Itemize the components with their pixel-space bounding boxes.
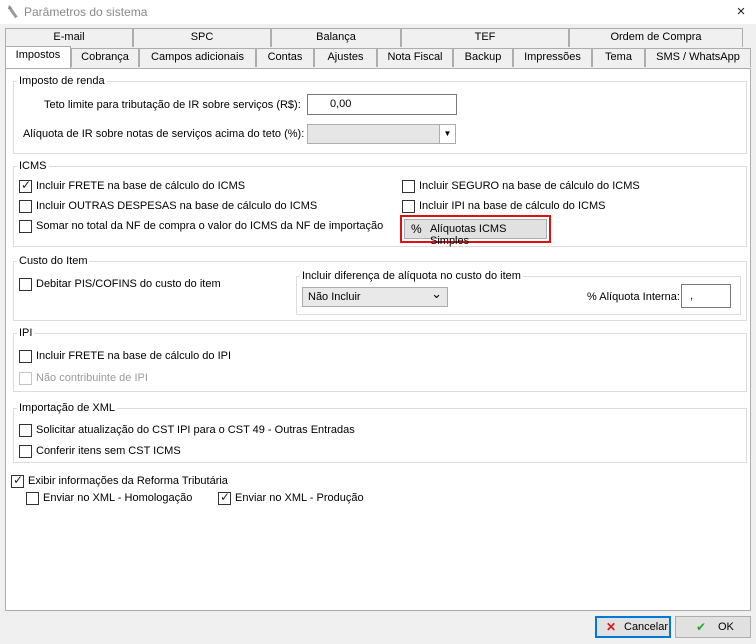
- aliquota-interna-input[interactable]: ,: [681, 284, 731, 308]
- tab-balanca[interactable]: Balança: [271, 28, 401, 47]
- ipi-frete-checkbox[interactable]: [19, 350, 32, 363]
- diferenca-aliquota-combo[interactable]: Não Incluir ⌄: [302, 286, 448, 307]
- conferir-itens-checkbox[interactable]: [19, 445, 32, 458]
- tab-impostos[interactable]: Impostos: [5, 46, 71, 68]
- nao-contribuinte-checkbox[interactable]: [19, 372, 32, 385]
- custo-do-item-group: Custo do Item Debitar PIS/COFINS do cust…: [13, 255, 747, 321]
- conferir-itens-label: Conferir itens sem CST ICMS: [36, 445, 181, 457]
- group-title: Incluir diferença de alíquota no custo d…: [300, 270, 523, 282]
- icms-frete-label: Incluir FRETE na base de cálculo do ICMS: [36, 180, 246, 192]
- ok-label: OK: [718, 621, 734, 633]
- icms-ipi-checkbox[interactable]: [402, 200, 415, 213]
- aliquotas-icms-simples-button[interactable]: % Alíquotas ICMS Simples: [404, 219, 547, 247]
- group-title: Custo do Item: [17, 255, 90, 267]
- tab-tema[interactable]: Tema: [592, 48, 645, 67]
- percent-icon: %: [411, 222, 422, 236]
- aliquota-ir-select[interactable]: ▼: [307, 124, 456, 144]
- tab-backup[interactable]: Backup: [453, 48, 513, 67]
- ok-button[interactable]: ✔ OK: [675, 616, 751, 638]
- solicitar-cst-label: Solicitar atualização do CST IPI para o …: [36, 424, 355, 436]
- check-icon: ✓: [220, 490, 231, 504]
- icms-somar-label: Somar no total da NF de compra o valor d…: [36, 220, 384, 232]
- impostos-panel: Imposto de renda Teto limite para tribut…: [5, 68, 751, 611]
- check-icon: ✓: [21, 178, 32, 192]
- homologacao-label: Enviar no XML - Homologação: [43, 492, 193, 504]
- tab-sms-whatsapp[interactable]: SMS / WhatsApp: [645, 48, 751, 67]
- tab-spc[interactable]: SPC: [133, 28, 271, 47]
- aliquota-interna-label: % Alíquota Interna:: [587, 291, 680, 303]
- cancel-icon: ✕: [606, 620, 617, 634]
- aliquota-ir-label: Alíquota de IR sobre notas de serviços a…: [23, 128, 305, 140]
- tab-email[interactable]: E-mail: [5, 28, 133, 47]
- group-title: Imposto de renda: [17, 75, 107, 87]
- producao-checkbox[interactable]: ✓: [218, 490, 231, 505]
- group-title: Importação de XML: [17, 402, 117, 414]
- ok-check-icon: ✔: [696, 620, 707, 634]
- close-icon[interactable]: ×: [730, 2, 752, 22]
- tab-nota-fiscal[interactable]: Nota Fiscal: [377, 48, 453, 67]
- dropdown-arrow-icon: ▼: [439, 125, 455, 143]
- icms-frete-checkbox[interactable]: ✓: [19, 178, 32, 193]
- icms-ipi-label: Incluir IPI na base de cálculo do ICMS: [419, 200, 606, 212]
- icms-group: ICMS ✓ Incluir FRETE na base de cálculo …: [13, 160, 747, 247]
- window-title: Parâmetros do sistema: [24, 5, 148, 19]
- cancel-button[interactable]: ✕ Cancelar: [595, 616, 671, 638]
- group-title: IPI: [17, 327, 35, 339]
- icms-seguro-label: Incluir SEGURO na base de cálculo do ICM…: [419, 180, 640, 192]
- tab-contas[interactable]: Contas: [256, 48, 314, 67]
- tab-tef[interactable]: TEF: [401, 28, 569, 47]
- imposto-de-renda-group: Imposto de renda Teto limite para tribut…: [13, 75, 747, 154]
- diferenca-aliquota-group: Incluir diferença de alíquota no custo d…: [296, 270, 741, 315]
- cancel-label: Cancelar: [624, 621, 669, 633]
- exibir-reforma-checkbox[interactable]: ✓: [11, 473, 24, 488]
- importacao-xml-group: Importação de XML Solicitar atualização …: [13, 402, 747, 463]
- exibir-reforma-label: Exibir informações da Reforma Tributária: [28, 475, 228, 487]
- teto-input[interactable]: 0,00: [307, 94, 457, 115]
- tab-campos-adicionais[interactable]: Campos adicionais: [139, 48, 256, 67]
- ipi-frete-label: Incluir FRETE na base de cálculo do IPI: [36, 350, 232, 362]
- nao-contribuinte-label: Não contribuinte de IPI: [36, 372, 148, 384]
- wrench-icon: [8, 5, 18, 19]
- homologacao-checkbox[interactable]: [26, 492, 39, 505]
- teto-label: Teto limite para tributação de IR sobre …: [44, 99, 301, 111]
- icms-despesas-label: Incluir OUTRAS DESPESAS na base de cálcu…: [36, 200, 318, 212]
- icms-seguro-checkbox[interactable]: [402, 180, 415, 193]
- icms-somar-checkbox[interactable]: [19, 220, 32, 233]
- combo-value: Não Incluir: [308, 291, 361, 303]
- debitar-pis-cofins-checkbox[interactable]: [19, 278, 32, 291]
- producao-label: Enviar no XML - Produção: [235, 492, 364, 504]
- tab-impressoes[interactable]: Impressões: [513, 48, 592, 67]
- tab-cobranca[interactable]: Cobrança: [71, 48, 139, 67]
- group-title: ICMS: [17, 160, 49, 172]
- title-bar: Parâmetros do sistema ×: [0, 0, 756, 24]
- debitar-pis-cofins-label: Debitar PIS/COFINS do custo do item: [36, 278, 221, 290]
- solicitar-cst-checkbox[interactable]: [19, 424, 32, 437]
- check-icon: ✓: [13, 473, 24, 487]
- ipi-group: IPI Incluir FRETE na base de cálculo do …: [13, 327, 747, 392]
- tab-ordem-de-compra[interactable]: Ordem de Compra: [569, 28, 743, 47]
- tab-ajustes[interactable]: Ajustes: [314, 48, 377, 67]
- icms-despesas-checkbox[interactable]: [19, 200, 32, 213]
- button-label: Alíquotas ICMS Simples: [430, 223, 507, 247]
- chevron-down-icon: ⌄: [431, 286, 442, 301]
